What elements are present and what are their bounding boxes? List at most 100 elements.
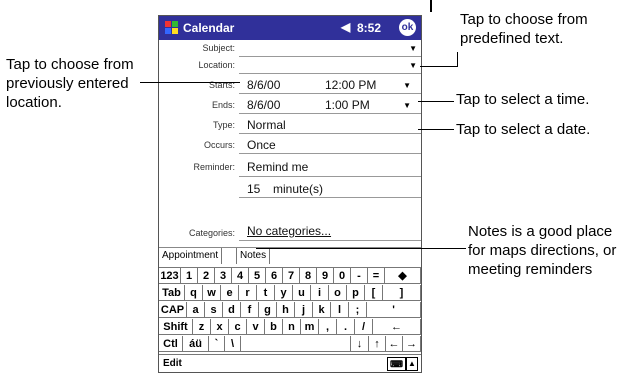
key[interactable]: p <box>347 285 365 301</box>
key[interactable]: ↓ <box>351 336 369 352</box>
location-dropdown-icon[interactable]: ▼ <box>409 61 417 70</box>
key[interactable]: 9 <box>317 268 334 284</box>
key[interactable]: 7 <box>283 268 300 284</box>
leader-line-predefined-horizontal <box>420 66 458 67</box>
key[interactable]: h <box>277 302 295 318</box>
key[interactable]: \ <box>225 336 241 352</box>
start-time[interactable]: 12:00 PM <box>325 78 376 92</box>
pocket-pc-screen: Calendar ◀︎ 8:52 ok Subject: ▼ Location:… <box>158 15 422 373</box>
location-label: Location: <box>198 60 235 70</box>
speaker-icon[interactable]: ◀︎ <box>341 20 350 34</box>
key[interactable]: 123 <box>159 268 181 284</box>
app-title: Calendar <box>183 21 235 35</box>
key[interactable]: = <box>368 268 385 284</box>
key[interactable]: x <box>211 319 229 335</box>
key[interactable]: 4 <box>232 268 249 284</box>
leader-line-predefined <box>430 0 432 12</box>
key[interactable]: Ctl <box>159 336 183 352</box>
key[interactable]: [ <box>365 285 383 301</box>
subject-dropdown-icon[interactable]: ▼ <box>409 44 417 53</box>
soft-keyboard: 123 1 2 3 4 5 6 7 8 9 0 - = ◆ Tab q w e … <box>159 267 421 354</box>
leader-line-predefined-vertical <box>457 52 458 66</box>
tab-notes[interactable]: Notes <box>236 248 271 264</box>
type-underline <box>239 133 421 134</box>
reminder-value[interactable]: Remind me <box>247 160 308 174</box>
edit-menu[interactable]: Edit <box>163 358 182 369</box>
key[interactable]: c <box>229 319 247 335</box>
occurs-value[interactable]: Once <box>247 138 276 152</box>
tab-appointment[interactable]: Appointment <box>159 248 223 264</box>
key[interactable]: f <box>241 302 259 318</box>
start-date[interactable]: 8/6/00 <box>247 78 280 92</box>
key[interactable]: v <box>247 319 265 335</box>
key[interactable]: o <box>329 285 347 301</box>
key[interactable]: u <box>293 285 311 301</box>
key[interactable]: d <box>223 302 241 318</box>
key[interactable]: 1 <box>181 268 198 284</box>
key[interactable]: y <box>275 285 293 301</box>
key[interactable]: 5 <box>249 268 266 284</box>
key[interactable]: l <box>331 302 349 318</box>
location-underline <box>239 73 421 74</box>
key[interactable]: ◆ <box>385 268 421 284</box>
location-input[interactable] <box>243 58 413 72</box>
subject-input[interactable] <box>243 41 413 55</box>
key[interactable]: 3 <box>215 268 232 284</box>
key[interactable]: áü <box>183 336 209 352</box>
key[interactable]: 2 <box>198 268 215 284</box>
leader-line-date <box>418 129 454 130</box>
reminder-label: Reminder: <box>193 162 235 172</box>
key[interactable]: w <box>203 285 221 301</box>
key[interactable]: j <box>295 302 313 318</box>
key[interactable]: . <box>337 319 355 335</box>
key[interactable]: g <box>259 302 277 318</box>
categories-value[interactable]: No categories... <box>247 224 331 238</box>
key[interactable]: m <box>301 319 319 335</box>
reminder-amount[interactable]: 15 <box>247 182 260 196</box>
key[interactable]: CAP <box>159 302 187 318</box>
end-date[interactable]: 8/6/00 <box>247 98 280 112</box>
key[interactable]: , <box>319 319 337 335</box>
start-time-dropdown-icon[interactable]: ▼ <box>403 81 411 90</box>
key[interactable]: Shift <box>159 319 193 335</box>
input-selector-arrow-icon[interactable]: ▲ <box>406 357 418 371</box>
spacebar[interactable] <box>241 336 351 352</box>
key[interactable]: b <box>265 319 283 335</box>
key[interactable]: n <box>283 319 301 335</box>
end-time[interactable]: 1:00 PM <box>325 98 370 112</box>
ok-button[interactable]: ok <box>399 19 416 36</box>
windows-flag-icon[interactable] <box>163 19 180 36</box>
key[interactable]: ← <box>373 319 421 335</box>
key[interactable]: 8 <box>300 268 317 284</box>
key[interactable]: s <box>205 302 223 318</box>
clock[interactable]: 8:52 <box>357 21 381 35</box>
key[interactable]: r <box>239 285 257 301</box>
keyboard-icon[interactable]: ⌨ <box>387 357 406 371</box>
key[interactable]: → <box>403 336 421 352</box>
callout-select-time: Tap to select a time. <box>456 91 590 108</box>
key[interactable]: ; <box>349 302 367 318</box>
key[interactable]: ↑ <box>369 336 386 352</box>
key[interactable]: ' <box>367 302 421 318</box>
key[interactable]: e <box>221 285 239 301</box>
key[interactable]: t <box>257 285 275 301</box>
key[interactable]: ] <box>383 285 421 301</box>
key[interactable]: 0 <box>334 268 351 284</box>
key[interactable]: q <box>185 285 203 301</box>
leader-line-location <box>140 82 240 83</box>
key[interactable]: z <box>193 319 211 335</box>
key[interactable]: a <box>187 302 205 318</box>
key[interactable]: - <box>351 268 368 284</box>
key[interactable]: ← <box>386 336 403 352</box>
key[interactable]: 6 <box>266 268 283 284</box>
key[interactable]: k <box>313 302 331 318</box>
key[interactable]: / <box>355 319 373 335</box>
callout-notes: Notes is a good place for maps direction… <box>468 223 617 278</box>
key[interactable]: i <box>311 285 329 301</box>
categories-label: Categories: <box>188 228 235 238</box>
key[interactable]: ` <box>209 336 225 352</box>
type-value[interactable]: Normal <box>247 118 286 132</box>
reminder-unit[interactable]: minute(s) <box>273 182 323 196</box>
key[interactable]: Tab <box>159 285 185 301</box>
end-date-dropdown-icon[interactable]: ▼ <box>403 101 411 110</box>
